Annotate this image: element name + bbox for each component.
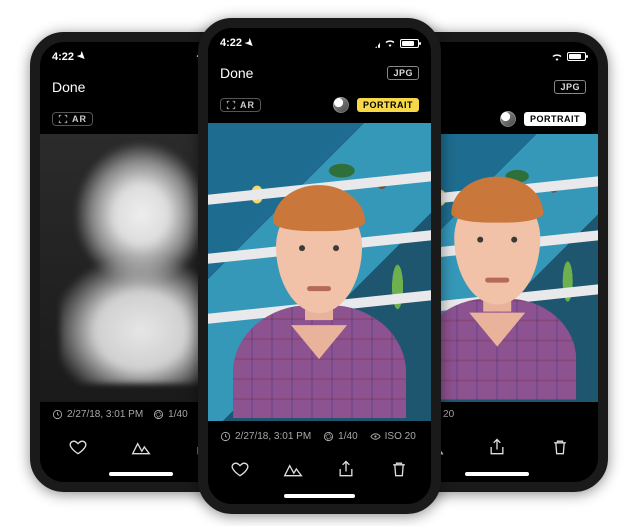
photo-viewport[interactable] xyxy=(208,120,431,424)
ar-button[interactable]: AR xyxy=(220,98,261,112)
aperture-icon xyxy=(153,409,164,420)
format-badge[interactable]: JPG xyxy=(387,66,419,80)
notch xyxy=(440,42,553,64)
battery-icon xyxy=(567,52,586,61)
meta-iso: ISO 20 xyxy=(370,431,416,442)
nav-bar: Done JPG xyxy=(208,56,431,90)
format-badge[interactable]: JPG xyxy=(554,80,586,94)
home-indicator[interactable] xyxy=(109,472,174,476)
eye-icon xyxy=(370,431,381,442)
done-button[interactable]: Done xyxy=(52,79,85,95)
done-button[interactable]: Done xyxy=(220,65,253,81)
notch xyxy=(257,28,382,50)
portrait-mode-badge[interactable]: PORTRAIT xyxy=(357,98,419,112)
screen: 4:22 ➤ Done JPG xyxy=(208,28,431,504)
clock-icon xyxy=(220,431,231,442)
ar-label: AR xyxy=(72,114,87,124)
meta-shutter: 1/40 xyxy=(323,431,357,442)
portrait-photo xyxy=(208,123,431,420)
effect-swirl-icon[interactable] xyxy=(333,97,349,113)
meta-timestamp: 2/27/18, 3:01 PM xyxy=(52,409,143,420)
notch xyxy=(84,42,197,64)
favorite-button[interactable] xyxy=(220,459,260,479)
portrait-mode-badge[interactable]: PORTRAIT xyxy=(524,112,586,126)
clock-icon xyxy=(52,409,63,420)
share-button[interactable] xyxy=(477,437,517,457)
delete-button[interactable] xyxy=(379,459,419,479)
metadata-row: 2/27/18, 3:01 PM 1/40 ISO 20 xyxy=(208,424,431,448)
status-time: 4:22 xyxy=(220,37,242,49)
phone-portrait: 4:22 ➤ Done JPG xyxy=(198,18,441,514)
wifi-icon xyxy=(384,39,396,47)
top-toolbar: AR PORTRAIT xyxy=(208,90,431,120)
bottom-toolbar xyxy=(208,448,431,490)
status-time: 4:22 xyxy=(52,51,74,63)
home-indicator[interactable] xyxy=(465,472,530,476)
ar-button[interactable]: AR xyxy=(52,112,93,126)
share-button[interactable] xyxy=(326,459,366,479)
delete-button[interactable] xyxy=(540,437,580,457)
home-indicator[interactable] xyxy=(284,494,355,498)
effect-swirl-icon[interactable] xyxy=(500,111,516,127)
adjust-button[interactable] xyxy=(273,459,313,479)
meta-shutter: 1/40 xyxy=(153,409,187,420)
battery-icon xyxy=(400,39,419,48)
location-icon: ➤ xyxy=(242,36,256,50)
adjust-button[interactable] xyxy=(121,437,161,457)
aperture-icon xyxy=(323,431,334,442)
ar-label: AR xyxy=(240,100,255,110)
favorite-button[interactable] xyxy=(58,437,98,457)
meta-timestamp: 2/27/18, 3:01 PM xyxy=(220,431,311,442)
